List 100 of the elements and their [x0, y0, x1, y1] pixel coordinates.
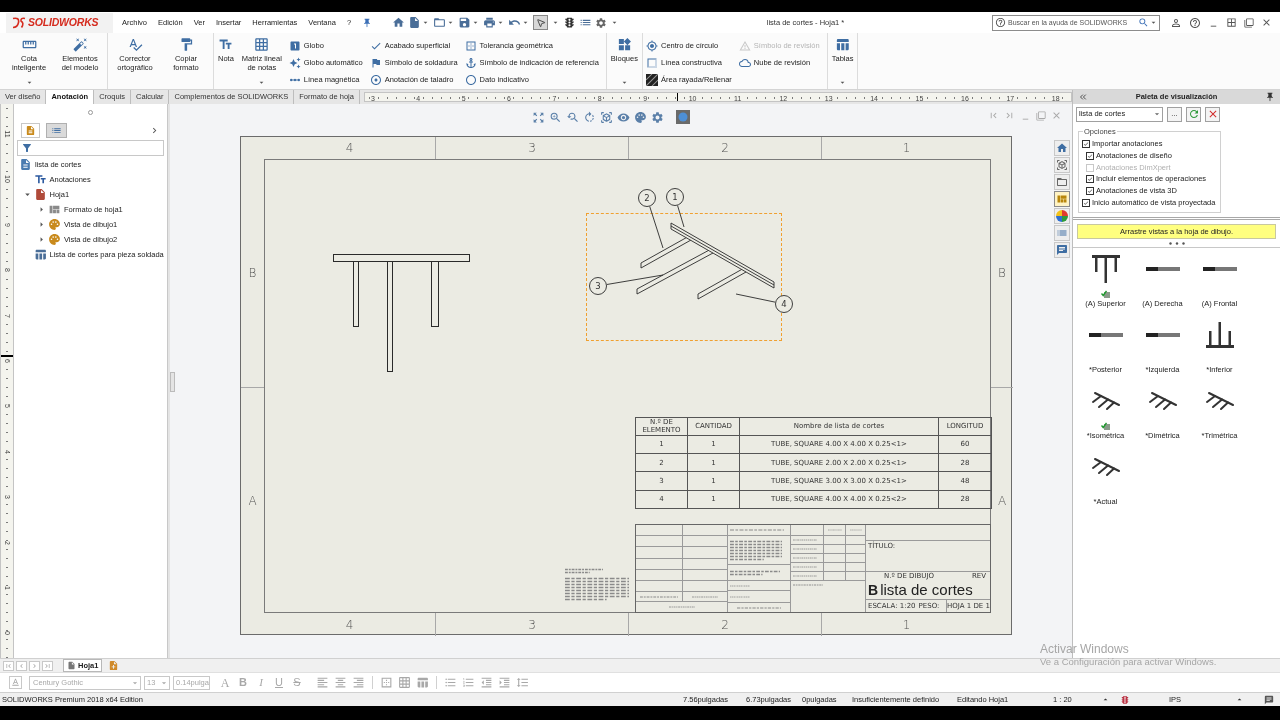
print-icon[interactable]	[483, 16, 497, 29]
palette-icon[interactable]	[634, 110, 647, 124]
frame-legs-down-thumbnail[interactable]	[1091, 255, 1120, 284]
isometric-frame-thumbnail[interactable]	[1090, 391, 1121, 412]
tile-icon[interactable]	[1226, 17, 1237, 28]
illegible-text-lines	[565, 577, 629, 601]
illegible-text-lines	[730, 595, 750, 598]
property-tab[interactable]	[46, 122, 67, 138]
bar-thumbnail[interactable]	[1145, 333, 1180, 338]
gear-icon[interactable]	[651, 110, 664, 124]
select-tool-button[interactable]	[533, 15, 549, 30]
cube-icon[interactable]	[600, 110, 613, 124]
hatched-square-icon	[645, 73, 658, 86]
chat-icon	[1056, 244, 1068, 256]
frame-legs-up-thumbnail[interactable]	[1205, 322, 1234, 349]
filter-field[interactable]	[17, 140, 164, 156]
logo-mark-icon	[12, 16, 26, 29]
activation-title: Activar Windows	[1040, 642, 1130, 656]
frame-icon	[464, 39, 477, 52]
illegible-text-lines	[793, 584, 823, 586]
ruler-position-marker	[676, 93, 679, 101]
search-icon[interactable]	[1138, 17, 1149, 28]
zone-label: 4	[345, 142, 354, 154]
illegible-text-lines	[793, 557, 817, 559]
checkbox[interactable]	[1082, 139, 1090, 148]
wand-icon	[72, 37, 88, 52]
balloon-number: 2	[644, 193, 650, 203]
table-icon	[835, 37, 851, 52]
task-pane-tab[interactable]	[1054, 140, 1070, 156]
illegible-text-lines	[737, 606, 781, 609]
open-folder-icon[interactable]	[433, 16, 447, 29]
new-file-icon[interactable]	[408, 16, 422, 29]
checkbox[interactable]	[1086, 186, 1094, 195]
drawing-number: lista de cortes	[880, 582, 973, 597]
traffic-light-icon[interactable]	[563, 16, 577, 29]
sphere-toggle-icon[interactable]	[676, 110, 690, 124]
task-pane-tab[interactable]	[1054, 191, 1070, 207]
illegible-text-lines	[730, 529, 784, 531]
help-icon[interactable]	[1189, 16, 1201, 29]
document-icon	[25, 124, 36, 136]
warning-triangle-icon	[738, 39, 751, 52]
zone-label: 4	[345, 618, 354, 631]
illegible-text-lines	[730, 584, 750, 587]
checkbox[interactable]	[1086, 152, 1094, 160]
checkbox[interactable]	[1082, 198, 1090, 207]
chat-icon[interactable]	[1264, 694, 1274, 705]
bar-thumbnail[interactable]	[1088, 333, 1123, 338]
sheet-icon	[33, 188, 47, 201]
task-pane-tab[interactable]	[1054, 242, 1070, 258]
task-pane-tab[interactable]	[1054, 174, 1070, 190]
text-icon	[218, 37, 234, 52]
skip-right-icon[interactable]	[1004, 110, 1015, 121]
home-icon[interactable]	[392, 16, 406, 29]
isometric-frame-thumbnail[interactable]	[1090, 457, 1121, 478]
zone-label: A	[997, 494, 1007, 507]
illegible-text-lines	[668, 606, 695, 609]
zone-label: 2	[721, 618, 729, 631]
ruler-position-marker	[1, 355, 13, 357]
collapse-icon[interactable]	[1078, 92, 1088, 102]
task-pane-tab[interactable]	[1054, 157, 1070, 173]
illegible-text-lines	[730, 569, 780, 576]
user-icon[interactable]	[1170, 16, 1182, 29]
magnifier-icon[interactable]	[566, 110, 579, 124]
illegible-text-lines	[793, 575, 817, 577]
panel-toggle-handle[interactable]	[170, 372, 175, 392]
bar-thumbnail[interactable]	[1145, 267, 1180, 272]
restore-icon[interactable]	[1244, 17, 1254, 28]
refresh-button[interactable]	[1186, 106, 1201, 122]
color-ball-icon	[1056, 210, 1068, 222]
activation-text: Ve a Configuración para activar Windows.	[1040, 656, 1217, 668]
grip-dots-icon[interactable]	[1168, 241, 1185, 245]
bar-thumbnail[interactable]	[1202, 267, 1237, 272]
isometric-frame-thumbnail[interactable]	[1147, 391, 1178, 412]
close-button[interactable]	[1205, 106, 1220, 122]
illegible-text-lines	[640, 595, 678, 598]
rotate-icon[interactable]	[583, 110, 596, 124]
save-icon[interactable]	[458, 16, 472, 29]
spellcheck-icon	[127, 37, 143, 52]
zone-label: A	[248, 494, 257, 507]
pointer-icon	[535, 17, 546, 28]
isometric-frame-thumbnail[interactable]	[1204, 391, 1235, 412]
feature-tree-tab[interactable]	[21, 122, 40, 138]
square-outline-icon	[645, 56, 658, 69]
text-icon	[33, 173, 47, 186]
cloud-icon	[738, 56, 751, 69]
zone-label: 2	[721, 142, 729, 154]
zoom-fit-icon[interactable]	[532, 110, 545, 124]
task-pane-tab[interactable]	[1054, 208, 1070, 224]
help-icon	[995, 17, 1006, 28]
close-icon[interactable]	[1261, 17, 1272, 28]
checkbox[interactable]	[1086, 175, 1094, 183]
add-sheet-icon[interactable]	[108, 660, 120, 671]
gear-icon[interactable]	[595, 16, 608, 29]
zone-label: 1	[902, 142, 911, 154]
eye-icon[interactable]	[617, 110, 630, 124]
illegible-text-lines	[730, 539, 782, 561]
home-icon	[1056, 142, 1068, 154]
layout-icon	[1056, 193, 1068, 205]
zone-label: 3	[528, 142, 536, 154]
zoom-in-icon[interactable]	[549, 110, 562, 124]
